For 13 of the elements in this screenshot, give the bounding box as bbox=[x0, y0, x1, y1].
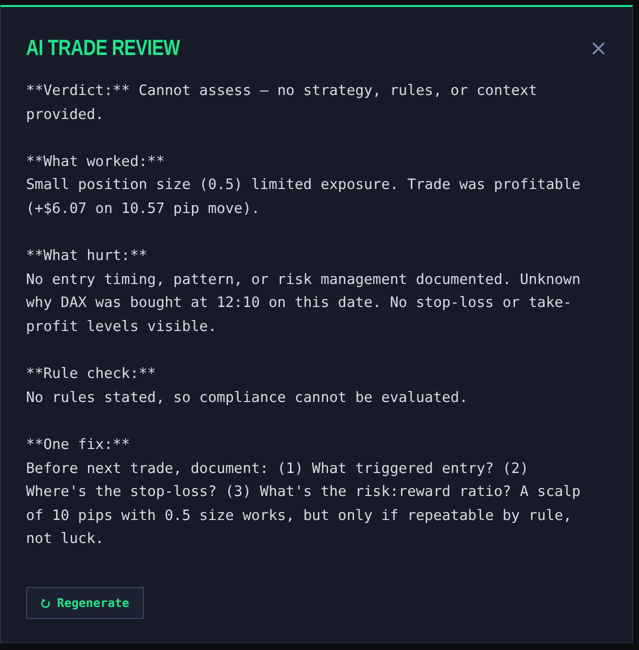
regenerate-button[interactable]: Regenerate bbox=[26, 586, 144, 619]
review-paragraph: No rules stated, so compliance cannot be evaluated. bbox=[26, 388, 469, 408]
section-heading: **What hurt:** bbox=[26, 247, 148, 266]
review-paragraph: Small position size (0.5) limited exposure. Trade was profitable (+$6.07 on 10.57 pip move). bbox=[26, 176, 582, 219]
review-paragraph: Before next trade, document: (1) What triggered entry? (2) Where's the stop-loss? (3) What's the risk:reward ratio? A scalp of 10 pips with 0.5 size works, but only if repeatable by rule, not luck. bbox=[26, 460, 582, 550]
close-icon[interactable] bbox=[592, 42, 605, 54]
section-heading: **What worked:** bbox=[26, 152, 166, 172]
refresh-icon bbox=[41, 598, 50, 608]
section-heading: **One fix:** bbox=[26, 436, 131, 455]
review-paragraph: No entry timing, pattern, or risk management documented. Unknown why DAX was bought at 12:10 on this date. No stop-loss or take-profit levels visible. bbox=[26, 270, 582, 337]
section-heading: **Rule check:** bbox=[26, 365, 157, 384]
dialog-title: AI TRADE REVIEW bbox=[26, 35, 180, 61]
review-paragraph: **Verdict:** Cannot assess — no strategy, rules, or context provided. bbox=[26, 82, 538, 125]
